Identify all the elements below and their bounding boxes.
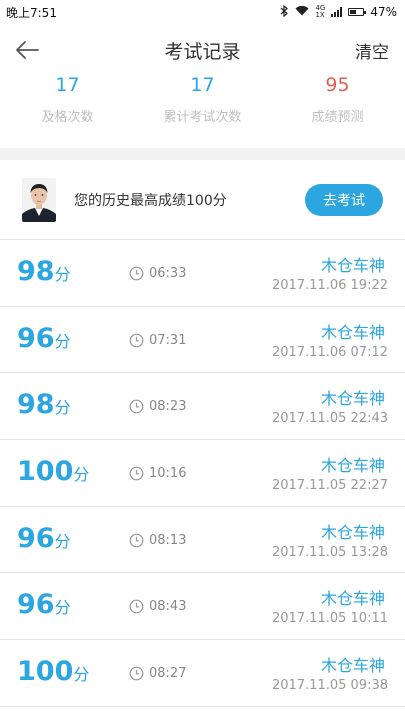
nav-header: 考试记录 清空 (0, 24, 405, 76)
record-duration: 08:27 (149, 666, 187, 682)
record-row[interactable]: 98分 06:33 木仓车神 2017.11.06 19:22 (0, 240, 405, 307)
score-value: 96 (17, 589, 55, 621)
stat-value: 17 (55, 74, 80, 96)
network-type: 4G 1X (315, 4, 326, 19)
record-username: 木仓车神 (320, 522, 385, 542)
score-unit: 分 (54, 331, 71, 351)
take-exam-button[interactable]: 去考试 (305, 183, 383, 216)
status-time: 晚上7:51 (6, 5, 57, 20)
record-timestamp: 2017.11.05 13:28 (271, 544, 388, 560)
score-value: 96 (17, 522, 55, 554)
status-bar: 晚上7:51 4G 1X 47% (0, 0, 405, 24)
record-timestamp: 2017.11.06 19:22 (271, 278, 388, 293)
battery-percent: 47% (370, 5, 397, 19)
clock-icon (129, 266, 144, 281)
stat-label: 成绩预测 (311, 110, 364, 125)
stats-panel: 17 及格次数 17 累计考试次数 95 成绩预测 (0, 74, 405, 148)
record-duration: 08:23 (149, 399, 187, 415)
wifi-icon (295, 5, 309, 19)
record-username: 木仓车神 (320, 589, 385, 609)
record-score: 96分 (17, 323, 71, 354)
stat-pass-count: 17 及格次数 (0, 74, 135, 148)
record-timestamp: 2017.11.05 09:38 (271, 678, 388, 694)
score-unit: 分 (54, 265, 71, 284)
record-timestamp: 2017.11.05 22:27 (271, 478, 388, 494)
record-timestamp: 2017.11.05 10:11 (271, 611, 388, 627)
score-unit: 分 (54, 598, 71, 618)
stat-value: 95 (325, 74, 350, 96)
battery-icon (348, 8, 367, 16)
back-button[interactable] (14, 36, 50, 64)
record-score: 96分 (17, 589, 71, 620)
record-timestamp: 2017.11.06 07:12 (271, 344, 388, 360)
stat-label: 累计考试次数 (163, 110, 242, 125)
bluetooth-icon (280, 4, 289, 20)
record-duration: 06:33 (149, 266, 187, 281)
score-value: 98 (17, 389, 55, 421)
score-value: 98 (17, 256, 55, 287)
record-score: 98分 (17, 256, 71, 287)
clear-button[interactable]: 清空 (355, 38, 389, 63)
score-unit: 分 (54, 531, 71, 551)
record-duration: 08:13 (149, 532, 187, 548)
score-value: 96 (17, 322, 55, 354)
stat-total-exams: 17 累计考试次数 (135, 74, 270, 148)
record-score: 98分 (17, 389, 71, 420)
clock-icon (129, 533, 144, 548)
record-username: 木仓车神 (320, 322, 385, 342)
clock-icon (129, 333, 144, 348)
stat-label: 及格次数 (41, 110, 94, 125)
record-username: 木仓车神 (320, 256, 385, 275)
record-username: 木仓车神 (320, 456, 385, 476)
signal-icon (331, 7, 343, 17)
record-username: 木仓车神 (320, 389, 385, 409)
record-row[interactable]: 100分 10:16 木仓车神 2017.11.05 22:27 (0, 440, 405, 507)
clock-icon (129, 466, 144, 481)
clock-icon (129, 399, 144, 414)
record-duration: 08:43 (149, 599, 187, 615)
record-duration: 07:31 (149, 332, 187, 348)
record-score: 96分 (17, 523, 71, 554)
avatar (22, 177, 56, 222)
score-unit: 分 (73, 465, 90, 485)
record-row[interactable]: 96分 08:13 木仓车神 2017.11.05 13:28 (0, 506, 405, 574)
clock-icon (129, 666, 144, 681)
arrow-left-icon (16, 41, 39, 59)
record-row[interactable]: 96分 08:43 木仓车神 2017.11.05 10:11 (0, 573, 405, 641)
record-row[interactable]: 96分 07:31 木仓车神 2017.11.06 07:12 (0, 306, 405, 374)
status-icons: 4G 1X 47% (280, 4, 397, 20)
record-duration: 10:16 (149, 466, 187, 482)
record-timestamp: 2017.11.05 22:43 (271, 411, 388, 427)
score-unit: 分 (54, 398, 71, 418)
stat-score-prediction: 95 成绩预测 (270, 74, 405, 148)
best-score-row: 您的历史最高成绩100分 去考试 (0, 160, 405, 240)
page-title: 考试记录 (164, 40, 241, 63)
clock-icon (129, 600, 144, 614)
score-value: 100 (17, 456, 74, 488)
score-value: 100 (17, 656, 74, 688)
record-row[interactable]: 100分 08:27 木仓车神 2017.11.05 09:38 (0, 640, 405, 707)
record-score: 100分 (17, 656, 89, 687)
section-divider (0, 148, 405, 160)
record-row[interactable]: 98分 08:23 木仓车神 2017.11.05 22:43 (0, 373, 405, 441)
record-username: 木仓车神 (320, 656, 385, 676)
record-score: 100分 (17, 456, 89, 487)
exam-record-list: 98分 06:33 木仓车神 2017.11.06 19:22 96分 07:31 木仓车神… (0, 240, 405, 707)
stat-value: 17 (190, 74, 215, 96)
score-unit: 分 (73, 665, 90, 685)
best-score-text: 您的历史最高成绩100分 (74, 192, 227, 209)
